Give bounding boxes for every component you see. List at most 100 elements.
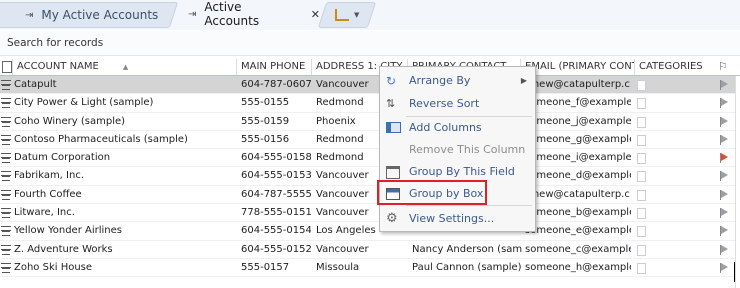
- category-checkbox[interactable]: [637, 153, 646, 165]
- tab-my-active-accounts[interactable]: ⇥ My Active Accounts: [0, 2, 179, 28]
- close-icon[interactable]: ✕: [311, 8, 320, 21]
- menu-item-add-columns[interactable]: Add Columns: [380, 118, 535, 138]
- category-checkbox[interactable]: [637, 171, 646, 183]
- highlight-box: [377, 180, 487, 205]
- vertical-scrollbar[interactable]: [735, 76, 740, 288]
- cell-email[interactable]: tthew@catapulterp.c...: [525, 186, 631, 203]
- flag-icon[interactable]: [720, 116, 728, 127]
- account-icon: [1, 226, 11, 237]
- menu-item-label: Reverse Sort: [409, 97, 480, 110]
- cell-main-phone: 604-555-0154: [241, 225, 311, 237]
- cell-email[interactable]: someone_h@example.c...: [525, 259, 631, 276]
- cell-email[interactable]: someone_g@example.c...: [525, 131, 631, 148]
- table-row[interactable]: Litware, Inc. 778-555-0151 Vancouver someon…: [0, 204, 735, 223]
- cell-email[interactable]: someone_c@example.c...: [525, 241, 631, 258]
- menu-item-arrange-by[interactable]: ↻ Arrange By ▶: [380, 71, 535, 91]
- flag-icon[interactable]: [720, 134, 728, 145]
- category-checkbox[interactable]: [637, 208, 646, 220]
- column-header-categories[interactable]: CATEGORIES: [634, 59, 719, 75]
- category-checkbox[interactable]: [637, 80, 646, 91]
- cell-email[interactable]: tthew@catapulterp.c...: [525, 76, 631, 93]
- table-row[interactable]: Catapult 604-787-0607 Vancouver tthew@catap…: [0, 76, 735, 95]
- cell-account-name[interactable]: Catapult: [14, 76, 234, 93]
- cell-account-name[interactable]: Fourth Coffee: [14, 186, 234, 203]
- menu-item-reverse-sort[interactable]: ⇅ Reverse Sort: [380, 94, 535, 114]
- flag-icon[interactable]: [720, 153, 728, 164]
- table-row[interactable]: City Power & Light (sample) 555-0155 Redmo…: [0, 94, 735, 113]
- table-row[interactable]: Coho Winery (sample) 555-0159 Phoenix someo…: [0, 113, 735, 131]
- category-checkbox[interactable]: [637, 244, 646, 256]
- cell-account-name[interactable]: Z. Adventure Works: [14, 241, 234, 258]
- cell-account-name[interactable]: Zoho Ski House: [14, 259, 234, 276]
- cell-account-name[interactable]: Datum Corporation: [14, 149, 234, 166]
- chevron-down-icon: ▼: [354, 11, 360, 19]
- table-row[interactable]: Z. Adventure Works 604-555-0152 Vancouver N…: [0, 241, 735, 259]
- chart-icon: [335, 9, 349, 21]
- flag-icon[interactable]: [720, 98, 728, 109]
- cell-primary-contact[interactable]: Nancy Anderson (samp...: [412, 241, 522, 258]
- category-checkbox[interactable]: [637, 134, 646, 146]
- flag-icon[interactable]: [720, 262, 728, 273]
- account-icon: [1, 134, 11, 145]
- column-header-email[interactable]: EMAIL (PRIMARY CONT...: [520, 59, 635, 75]
- cell-email[interactable]: someone_b@example.c...: [525, 204, 631, 221]
- cell-email[interactable]: someone_e@example.c...: [525, 222, 631, 239]
- category-checkbox[interactable]: [637, 226, 646, 238]
- menu-item-label: View Settings...: [409, 212, 495, 225]
- cell-account-name[interactable]: Litware, Inc.: [14, 204, 234, 221]
- cell-email[interactable]: someone_f@example.c...: [525, 94, 631, 111]
- cell-primary-contact[interactable]: Paul Cannon (sample): [412, 259, 522, 276]
- table-row[interactable]: Zoho Ski House 555-0157 Missoula Paul Canno…: [0, 259, 735, 278]
- cell-account-name[interactable]: Coho Winery (sample): [14, 113, 234, 130]
- table-row[interactable]: Datum Corporation 604-555-0158 Redmond some…: [0, 149, 735, 168]
- cell-account-name[interactable]: Contoso Pharmaceuticals (sample): [14, 131, 234, 148]
- flag-icon[interactable]: [720, 244, 728, 255]
- column-header-account-name[interactable]: ACCOUNT NAME ▲: [12, 59, 240, 75]
- cell-city: Missoula: [316, 261, 360, 273]
- tab-active-accounts[interactable]: ⇥ Active Accounts ✕: [180, 0, 320, 28]
- pin-icon[interactable]: ⇥: [25, 10, 33, 21]
- account-icon: [1, 208, 11, 219]
- table-row[interactable]: Contoso Pharmaceuticals (sample) 555-0156…: [0, 131, 735, 150]
- pin-icon[interactable]: ⇥: [188, 9, 196, 20]
- grid-header: ACCOUNT NAME ▲ MAIN PHONE ADDRESS 1: CITY…: [0, 59, 740, 76]
- menu-item-view-settings[interactable]: ⚙ View Settings...: [380, 209, 535, 229]
- column-header-main-phone[interactable]: MAIN PHONE: [236, 59, 312, 75]
- context-menu: ↻ Arrange By ▶ ⇅ Reverse Sort Add Columns Remo…: [379, 66, 536, 232]
- table-row[interactable]: Fourth Coffee 604-787-5555 Vancouver tthew@…: [0, 186, 735, 205]
- sort-icon: ⇅: [386, 97, 396, 110]
- flag-icon[interactable]: [720, 226, 728, 237]
- account-icon: [1, 80, 11, 90]
- document-icon: [2, 61, 12, 73]
- cell-email[interactable]: someone_j@example.c...: [525, 113, 631, 130]
- menu-item-group-by-this-field[interactable]: Group By This Field: [380, 162, 535, 182]
- cell-main-phone: 555-0159: [241, 115, 290, 127]
- cell-email[interactable]: someone_i@example.c...: [525, 149, 631, 166]
- flag-icon[interactable]: [720, 80, 728, 90]
- cell-account-name[interactable]: Yellow Yonder Airlines: [14, 222, 234, 239]
- table-row[interactable]: Yellow Yonder Airlines 604-555-0154 Los An…: [0, 222, 735, 241]
- category-checkbox[interactable]: [637, 189, 646, 201]
- menu-separator: [406, 205, 532, 206]
- cell-account-name[interactable]: Fabrikam, Inc.: [14, 167, 234, 184]
- search-input[interactable]: [0, 31, 409, 55]
- account-icon: [1, 116, 11, 127]
- category-checkbox[interactable]: [637, 116, 646, 128]
- category-checkbox[interactable]: [637, 262, 646, 274]
- cell-email[interactable]: someone_d@example.c...: [525, 167, 631, 184]
- flag-icon[interactable]: [720, 208, 728, 219]
- category-checkbox[interactable]: [637, 98, 646, 110]
- flag-icon[interactable]: [720, 171, 728, 182]
- table-row[interactable]: Fabrikam, Inc. 604-555-0153 Vancouver someo…: [0, 167, 735, 186]
- account-icon: [1, 98, 11, 109]
- flag-icon[interactable]: [720, 189, 728, 200]
- cell-account-name[interactable]: City Power & Light (sample): [14, 94, 234, 111]
- flag-header-icon[interactable]: ⚐: [718, 60, 728, 73]
- account-icon: [1, 189, 11, 200]
- group-icon: [386, 166, 400, 179]
- chart-dropdown-button[interactable]: ▼: [317, 2, 377, 28]
- cell-main-phone: 778-555-0151: [241, 207, 311, 219]
- cell-main-phone: 555-0156: [241, 133, 290, 145]
- menu-item-label: Group By This Field: [409, 165, 515, 178]
- sort-up-icon: ▲: [122, 63, 129, 71]
